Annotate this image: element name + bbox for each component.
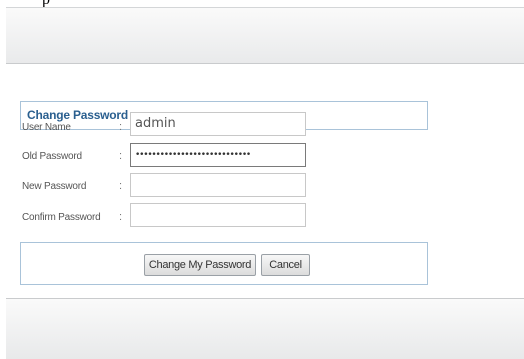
button-box: Change My Password Cancel: [20, 242, 428, 285]
old-password-label: Old Password: [22, 151, 82, 162]
change-my-password-button[interactable]: Change My Password: [144, 254, 256, 276]
footer-bar: [6, 298, 524, 359]
user-name-label: User Name: [22, 122, 71, 133]
new-password-colon: :: [119, 180, 123, 192]
confirm-password-label: Confirm Password: [22, 212, 101, 223]
user-name-colon: :: [119, 121, 123, 133]
form-title: Change Password: [27, 108, 129, 122]
new-password-label: New Password: [22, 181, 87, 192]
old-password-colon: :: [119, 150, 123, 162]
new-password-field[interactable]: [130, 173, 306, 197]
confirm-password-field[interactable]: [130, 203, 306, 227]
header-bar: [6, 7, 524, 64]
cancel-button[interactable]: Cancel: [261, 254, 310, 276]
old-password-field[interactable]: ••••••••••••••••••••••••••••: [130, 143, 306, 167]
user-name-field[interactable]: admin: [130, 112, 306, 136]
confirm-password-colon: :: [119, 211, 123, 223]
